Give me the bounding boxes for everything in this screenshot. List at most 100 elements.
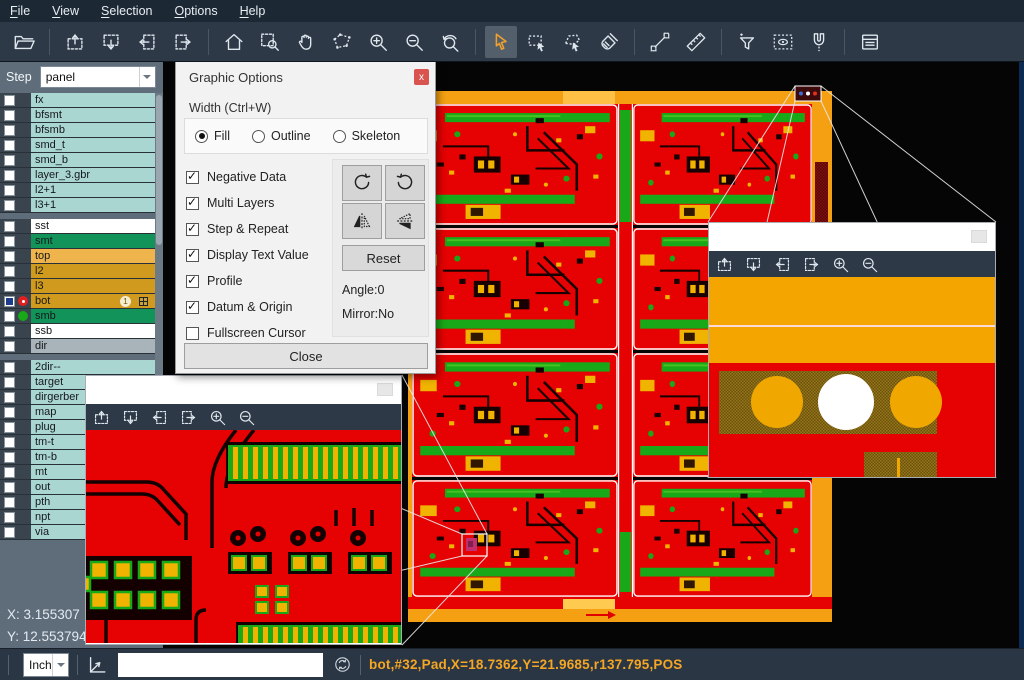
layer-visibility-checkbox[interactable] [4,482,15,493]
checkbox-icon[interactable]: ✓ [186,197,199,210]
zoom-out[interactable] [237,407,257,427]
radio-option[interactable]: Fill [195,129,230,143]
dialog-checkbox[interactable]: ✓ Datum & Origin [186,294,309,320]
layer-visibility-checkbox[interactable] [4,251,15,262]
layer-name[interactable]: ssb [31,324,155,338]
layer-name[interactable]: 2dir-- [31,360,155,374]
close-icon[interactable]: x [414,69,429,85]
corner-angle-icon[interactable] [86,654,108,676]
layer-name[interactable]: l2 [31,264,155,278]
magnified-pcb-view[interactable] [709,277,995,477]
layer-name[interactable]: l2+1 [31,183,155,197]
menu-item[interactable]: View [52,4,79,18]
measure-ruler[interactable] [680,26,712,58]
layer-row[interactable]: dir [0,339,155,354]
layer-row[interactable]: layer_3.gbr [0,168,155,183]
chevron-down-icon[interactable] [139,67,155,87]
window-button[interactable] [971,230,987,243]
dialog-checkbox[interactable]: ✓ Multi Layers [186,190,309,216]
clean-brush[interactable] [593,26,625,58]
radio-icon[interactable] [195,130,208,143]
zoom-object[interactable] [326,26,358,58]
command-input[interactable] [118,653,323,677]
magnifier-window-right[interactable] [708,222,996,478]
layer-row[interactable]: l2 [0,264,155,279]
layer-row[interactable]: top [0,249,155,264]
layer-visibility-checkbox[interactable] [4,266,15,277]
layer-name[interactable]: smt [31,234,155,248]
layer-name[interactable]: smd_t [31,138,155,152]
layer-name[interactable]: bfsmb [31,123,155,137]
zoom-in[interactable] [208,407,228,427]
menu-item[interactable]: Help [240,4,266,18]
magnifier-window-left[interactable] [85,375,402,645]
layer-visibility-checkbox[interactable] [4,221,15,232]
layer-visibility-checkbox[interactable] [4,377,15,388]
layer-visibility-checkbox[interactable] [4,467,15,478]
radio-icon[interactable] [252,130,265,143]
select-polygon[interactable] [557,26,589,58]
layer-row[interactable]: sst [0,219,155,234]
layer-name[interactable]: smd_b [31,153,155,167]
layer-row[interactable]: ssb [0,324,155,339]
dialog-checkbox[interactable]: ✓ Step & Repeat [186,216,309,242]
layer-visibility-checkbox[interactable] [4,362,15,373]
open-file[interactable] [8,26,40,58]
layer-name[interactable]: fx [31,93,155,107]
layer-grid-icon[interactable] [139,297,148,306]
layer-name[interactable]: l3+1 [31,198,155,212]
layer-row[interactable]: 2dir-- [0,360,155,375]
magnified-pcb-view[interactable] [86,430,401,643]
layer-visibility-checkbox[interactable] [4,422,15,433]
pan-down[interactable] [95,26,127,58]
step-selector[interactable]: panel [40,66,156,88]
radio-option[interactable]: Skeleton [333,129,401,143]
layer-row[interactable]: smd_b [0,153,155,168]
menu-item[interactable]: File [10,4,30,18]
chevron-down-icon[interactable] [52,654,68,676]
layer-name[interactable]: dir [31,339,155,353]
layer-name[interactable]: layer_3.gbr [31,168,155,182]
dialog-checkbox[interactable]: ✓ Profile [186,268,309,294]
zoom-out[interactable] [398,26,430,58]
pan-down[interactable] [121,407,141,427]
sync-icon[interactable] [333,655,352,674]
layer-visibility-checkbox[interactable] [4,392,15,403]
layer-row[interactable]: smb [0,309,155,324]
dialog-checkbox[interactable]: ✓ Negative Data [186,164,309,190]
layers-panel[interactable] [854,26,886,58]
measure-distance[interactable] [644,26,676,58]
unit-selector[interactable]: Inch [23,653,69,677]
checkbox-icon[interactable] [186,327,199,340]
checkbox-icon[interactable]: ✓ [186,301,199,314]
layer-name[interactable]: smb [31,309,155,323]
pan-right[interactable] [167,26,199,58]
mirror-vertical-button[interactable] [342,203,382,239]
layer-visibility-checkbox[interactable] [4,437,15,448]
layer-visibility-checkbox[interactable] [4,155,15,166]
layer-visibility-checkbox[interactable] [4,110,15,121]
layer-visibility-checkbox[interactable] [4,296,15,307]
layer-row[interactable]: bot 1 [0,294,155,309]
layer-visibility-checkbox[interactable] [4,311,15,322]
checkbox-icon[interactable]: ✓ [186,275,199,288]
layer-visibility-checkbox[interactable] [4,326,15,337]
layer-visibility-checkbox[interactable] [4,512,15,523]
pan-left[interactable] [773,254,793,274]
layer-row[interactable]: l2+1 [0,183,155,198]
layer-name[interactable]: sst [31,219,155,233]
rotate-ccw-button[interactable] [385,165,425,201]
radio-option[interactable]: Outline [252,129,311,143]
mirror-horizontal-button[interactable] [385,203,425,239]
pan-right[interactable] [802,254,822,274]
pan-right[interactable] [179,407,199,427]
layer-name[interactable]: bfsmt [31,108,155,122]
layer-visibility-checkbox[interactable] [4,236,15,247]
layer-visibility-checkbox[interactable] [4,200,15,211]
checkbox-icon[interactable]: ✓ [186,223,199,236]
layer-name[interactable]: l3 [31,279,155,293]
menu-item[interactable]: Options [174,4,217,18]
zoom-previous[interactable] [434,26,466,58]
zoom-out[interactable] [860,254,880,274]
checkbox-icon[interactable]: ✓ [186,171,199,184]
